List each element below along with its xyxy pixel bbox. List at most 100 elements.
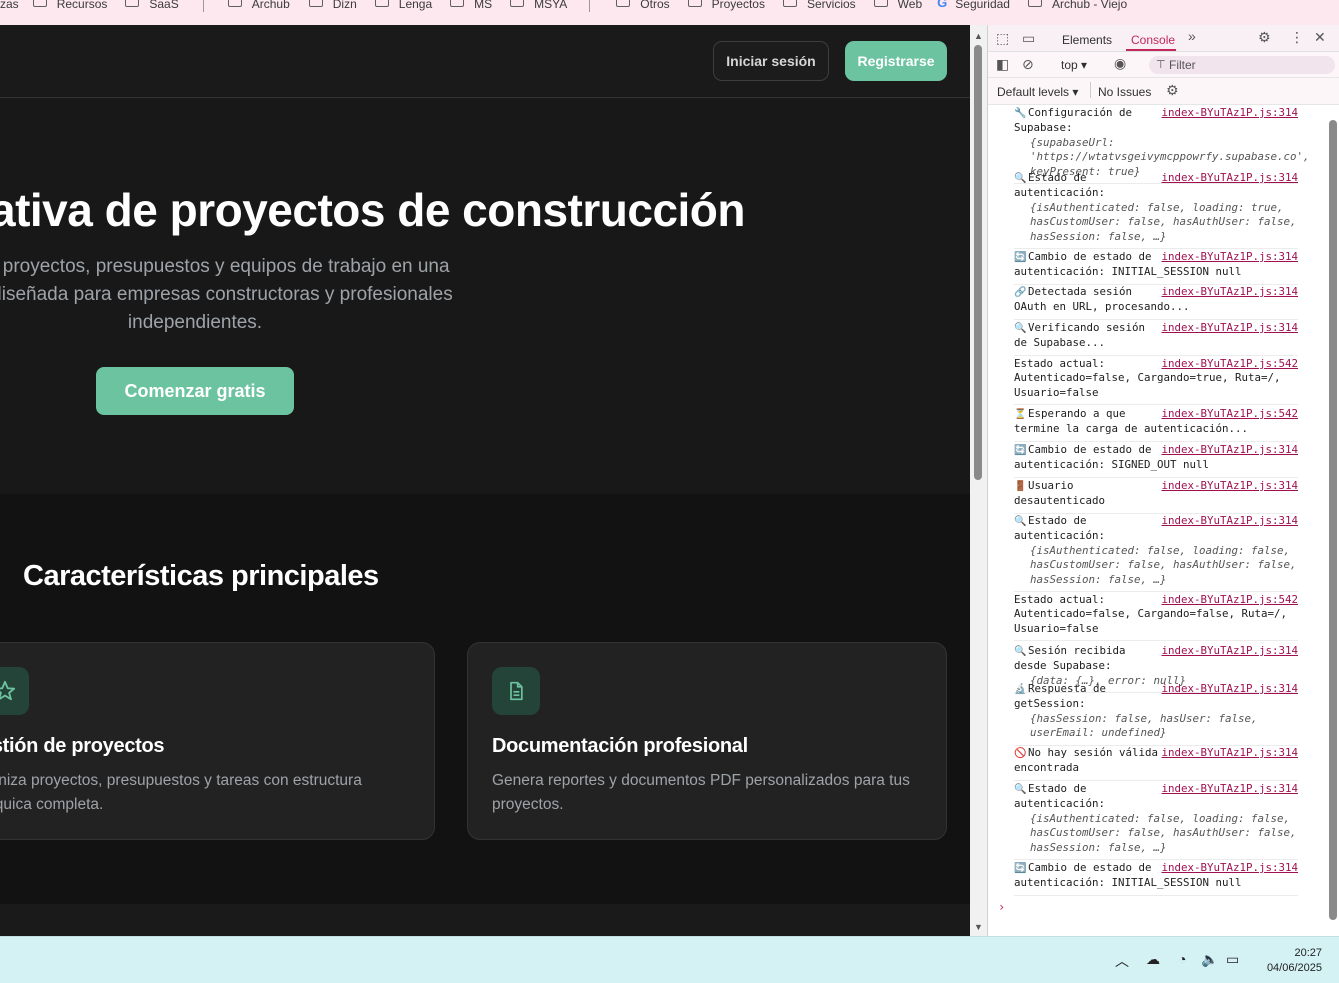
tab-console[interactable]: Console bbox=[1131, 33, 1175, 47]
scroll-down-icon[interactable]: ▼ bbox=[974, 922, 983, 932]
bookmark-saas[interactable]: SaaS bbox=[125, 0, 179, 11]
bookmark-archub-viejo[interactable]: Archub - Viejo bbox=[1027, 0, 1127, 11]
web-page: Iniciar sesión Registrarse ativa de proy… bbox=[0, 25, 970, 936]
console-object-preview[interactable]: {isAuthenticated: false, loading: false,… bbox=[1014, 544, 1298, 587]
levels-dropdown[interactable]: Default levels ▾ bbox=[997, 85, 1078, 99]
console-source-link[interactable]: index-BYuTAz1P.js:314 bbox=[1161, 321, 1298, 335]
scrollbar-thumb[interactable] bbox=[974, 45, 982, 480]
console-source-link[interactable]: index-BYuTAz1P.js:314 bbox=[1161, 514, 1298, 528]
login-button[interactable]: Iniciar sesión bbox=[713, 41, 829, 81]
bookmark-dizn[interactable]: Dizn bbox=[308, 0, 357, 11]
folder-icon bbox=[227, 0, 242, 7]
taskbar: ︿ ☁ ◔ 🔈 ▭ 20:27 04/06/2025 bbox=[0, 936, 1339, 983]
more-tabs-icon[interactable]: » bbox=[1188, 28, 1196, 44]
bookmark-lenga[interactable]: Lenga bbox=[374, 0, 433, 11]
tab-elements[interactable]: Elements bbox=[1062, 33, 1112, 47]
bookmark-servicios[interactable]: Servicios bbox=[782, 0, 856, 11]
console-entry: index-BYuTAz1P.js:542 ⏳ Esperando a que te… bbox=[1014, 407, 1298, 442]
gear-icon[interactable]: ⚙ bbox=[1258, 29, 1271, 46]
kebab-menu-icon[interactable]: ⋮ bbox=[1290, 29, 1304, 46]
feature-card-title: estión de proyectos bbox=[0, 735, 165, 757]
console-toolbar: ◧ ⊘ top ▾ ◉ ⊤ Filter bbox=[988, 52, 1339, 78]
wifi-icon[interactable]: ◔ bbox=[1178, 951, 1186, 967]
console-source-link[interactable]: index-BYuTAz1P.js:314 bbox=[1161, 285, 1298, 299]
console-entry: index-BYuTAz1P.js:314 🔬 Respuesta de getSe… bbox=[1014, 682, 1298, 746]
sidebar-toggle-icon[interactable]: ◧ bbox=[996, 56, 1009, 73]
bookmark-label: Servicios bbox=[806, 0, 856, 11]
console-entry: index-BYuTAz1P.js:542 Estado actual: Aute… bbox=[1014, 593, 1298, 642]
features-section: Características principales estión de pr… bbox=[0, 494, 970, 904]
console-source-link[interactable]: index-BYuTAz1P.js:314 bbox=[1161, 250, 1298, 264]
inspect-icon[interactable]: ⬚ bbox=[996, 30, 1009, 47]
device-toggle-icon[interactable]: ▭ bbox=[1022, 30, 1035, 47]
console-source-link[interactable]: index-BYuTAz1P.js:542 bbox=[1161, 407, 1298, 421]
devtools-panel: ⬚ ▭ Elements Console » ⚙ ⋮ ✕ ◧ ⊘ top ▾ ◉… bbox=[987, 25, 1339, 936]
folder-icon bbox=[308, 0, 323, 7]
console-source-link[interactable]: index-BYuTAz1P.js:314 bbox=[1161, 746, 1298, 760]
footer-strip bbox=[0, 904, 970, 936]
console-settings-icon[interactable]: ⚙ bbox=[1166, 82, 1179, 99]
issues-button[interactable]: No Issues bbox=[1098, 85, 1151, 99]
search-icon: 🔍 bbox=[1014, 516, 1027, 527]
console-source-link[interactable]: index-BYuTAz1P.js:314 bbox=[1161, 682, 1298, 696]
console-source-link[interactable]: index-BYuTAz1P.js:314 bbox=[1161, 644, 1298, 658]
console-scrollbar[interactable] bbox=[1326, 106, 1339, 936]
bookmarks-bar: zas Recursos SaaS Archub Dizn Lenga MS M… bbox=[0, 0, 1339, 25]
folder-icon bbox=[687, 0, 702, 7]
console-prompt-icon[interactable]: › bbox=[998, 900, 1005, 914]
console-source-link[interactable]: index-BYuTAz1P.js:542 bbox=[1161, 357, 1298, 371]
folder-icon bbox=[782, 0, 797, 7]
console-object-preview[interactable]: {isAuthenticated: false, loading: false,… bbox=[1014, 812, 1298, 855]
speaker-icon[interactable]: 🔈 bbox=[1201, 951, 1218, 968]
folder-icon bbox=[32, 0, 47, 7]
bookmark-msya[interactable]: MSYA bbox=[510, 0, 568, 11]
no-entry-icon: 🚫 bbox=[1014, 748, 1027, 759]
console-levels-bar: Default levels ▾ No Issues ⚙ bbox=[988, 78, 1339, 105]
folder-icon bbox=[125, 0, 140, 7]
hero-subtitle-line: derna diseñada para empresas constructor… bbox=[0, 284, 453, 305]
scroll-up-icon[interactable]: ▲ bbox=[974, 31, 983, 41]
bookmark-label: Lenga bbox=[398, 0, 433, 11]
refresh-icon: 🔄 bbox=[1014, 252, 1027, 263]
context-selector[interactable]: top ▾ bbox=[1061, 58, 1087, 72]
bookmark-label: SaaS bbox=[149, 0, 179, 11]
context-label: top bbox=[1061, 58, 1078, 72]
filter-input[interactable]: ⊤ Filter bbox=[1149, 56, 1335, 74]
site-header: Iniciar sesión Registrarse bbox=[0, 25, 970, 98]
close-icon[interactable]: ✕ bbox=[1314, 29, 1326, 46]
console-object-preview[interactable]: {hasSession: false, hasUser: false, user… bbox=[1014, 712, 1298, 741]
page-scrollbar[interactable]: ▲ ▼ bbox=[970, 25, 987, 936]
bookmark-seguridad[interactable]: G Seguridad bbox=[937, 0, 1010, 11]
cloud-icon[interactable]: ☁ bbox=[1146, 951, 1160, 968]
console-source-link[interactable]: index-BYuTAz1P.js:314 bbox=[1161, 861, 1298, 875]
console-source-link[interactable]: index-BYuTAz1P.js:314 bbox=[1161, 106, 1298, 120]
console-entry: index-BYuTAz1P.js:314 🔍 Estado de autentic… bbox=[1014, 514, 1298, 593]
hero-section: ativa de proyectos de construcción tión … bbox=[0, 99, 970, 494]
register-button[interactable]: Registrarse bbox=[845, 41, 947, 81]
console-object-preview[interactable]: {isAuthenticated: false, loading: true, … bbox=[1014, 201, 1298, 244]
google-icon: G bbox=[937, 0, 948, 10]
console-source-link[interactable]: index-BYuTAz1P.js:314 bbox=[1161, 171, 1298, 185]
console-source-link[interactable]: index-BYuTAz1P.js:314 bbox=[1161, 479, 1298, 493]
bookmark-proyectos[interactable]: Proyectos bbox=[687, 0, 765, 11]
bookmark-recursos[interactable]: Recursos bbox=[32, 0, 107, 11]
console-entry: index-BYuTAz1P.js:314 🔄 Cambio de estado d… bbox=[1014, 443, 1298, 478]
console-source-link[interactable]: index-BYuTAz1P.js:314 bbox=[1161, 782, 1298, 796]
bookmark-web[interactable]: Web bbox=[873, 0, 922, 11]
start-free-button[interactable]: Comenzar gratis bbox=[96, 367, 294, 415]
link-icon: 🔗 bbox=[1014, 287, 1027, 298]
console-source-link[interactable]: index-BYuTAz1P.js:314 bbox=[1161, 443, 1298, 457]
clear-console-icon[interactable]: ⊘ bbox=[1022, 56, 1034, 73]
eye-icon[interactable]: ◉ bbox=[1114, 55, 1126, 72]
bookmark-otros[interactable]: Otros bbox=[616, 0, 670, 11]
console-source-link[interactable]: index-BYuTAz1P.js:542 bbox=[1161, 593, 1298, 607]
bookmark-label: MSYA bbox=[534, 0, 568, 11]
battery-icon[interactable]: ▭ bbox=[1226, 951, 1239, 968]
bookmark-archub[interactable]: Archub bbox=[227, 0, 290, 11]
bookmark-label: Dizn bbox=[332, 0, 357, 11]
bookmark-zas[interactable]: zas bbox=[0, 0, 19, 11]
clock[interactable]: 20:27 04/06/2025 bbox=[1256, 946, 1322, 976]
scrollbar-thumb[interactable] bbox=[1329, 120, 1337, 920]
bookmark-ms[interactable]: MS bbox=[450, 0, 492, 11]
chevron-up-icon[interactable]: ︿ bbox=[1115, 951, 1129, 971]
